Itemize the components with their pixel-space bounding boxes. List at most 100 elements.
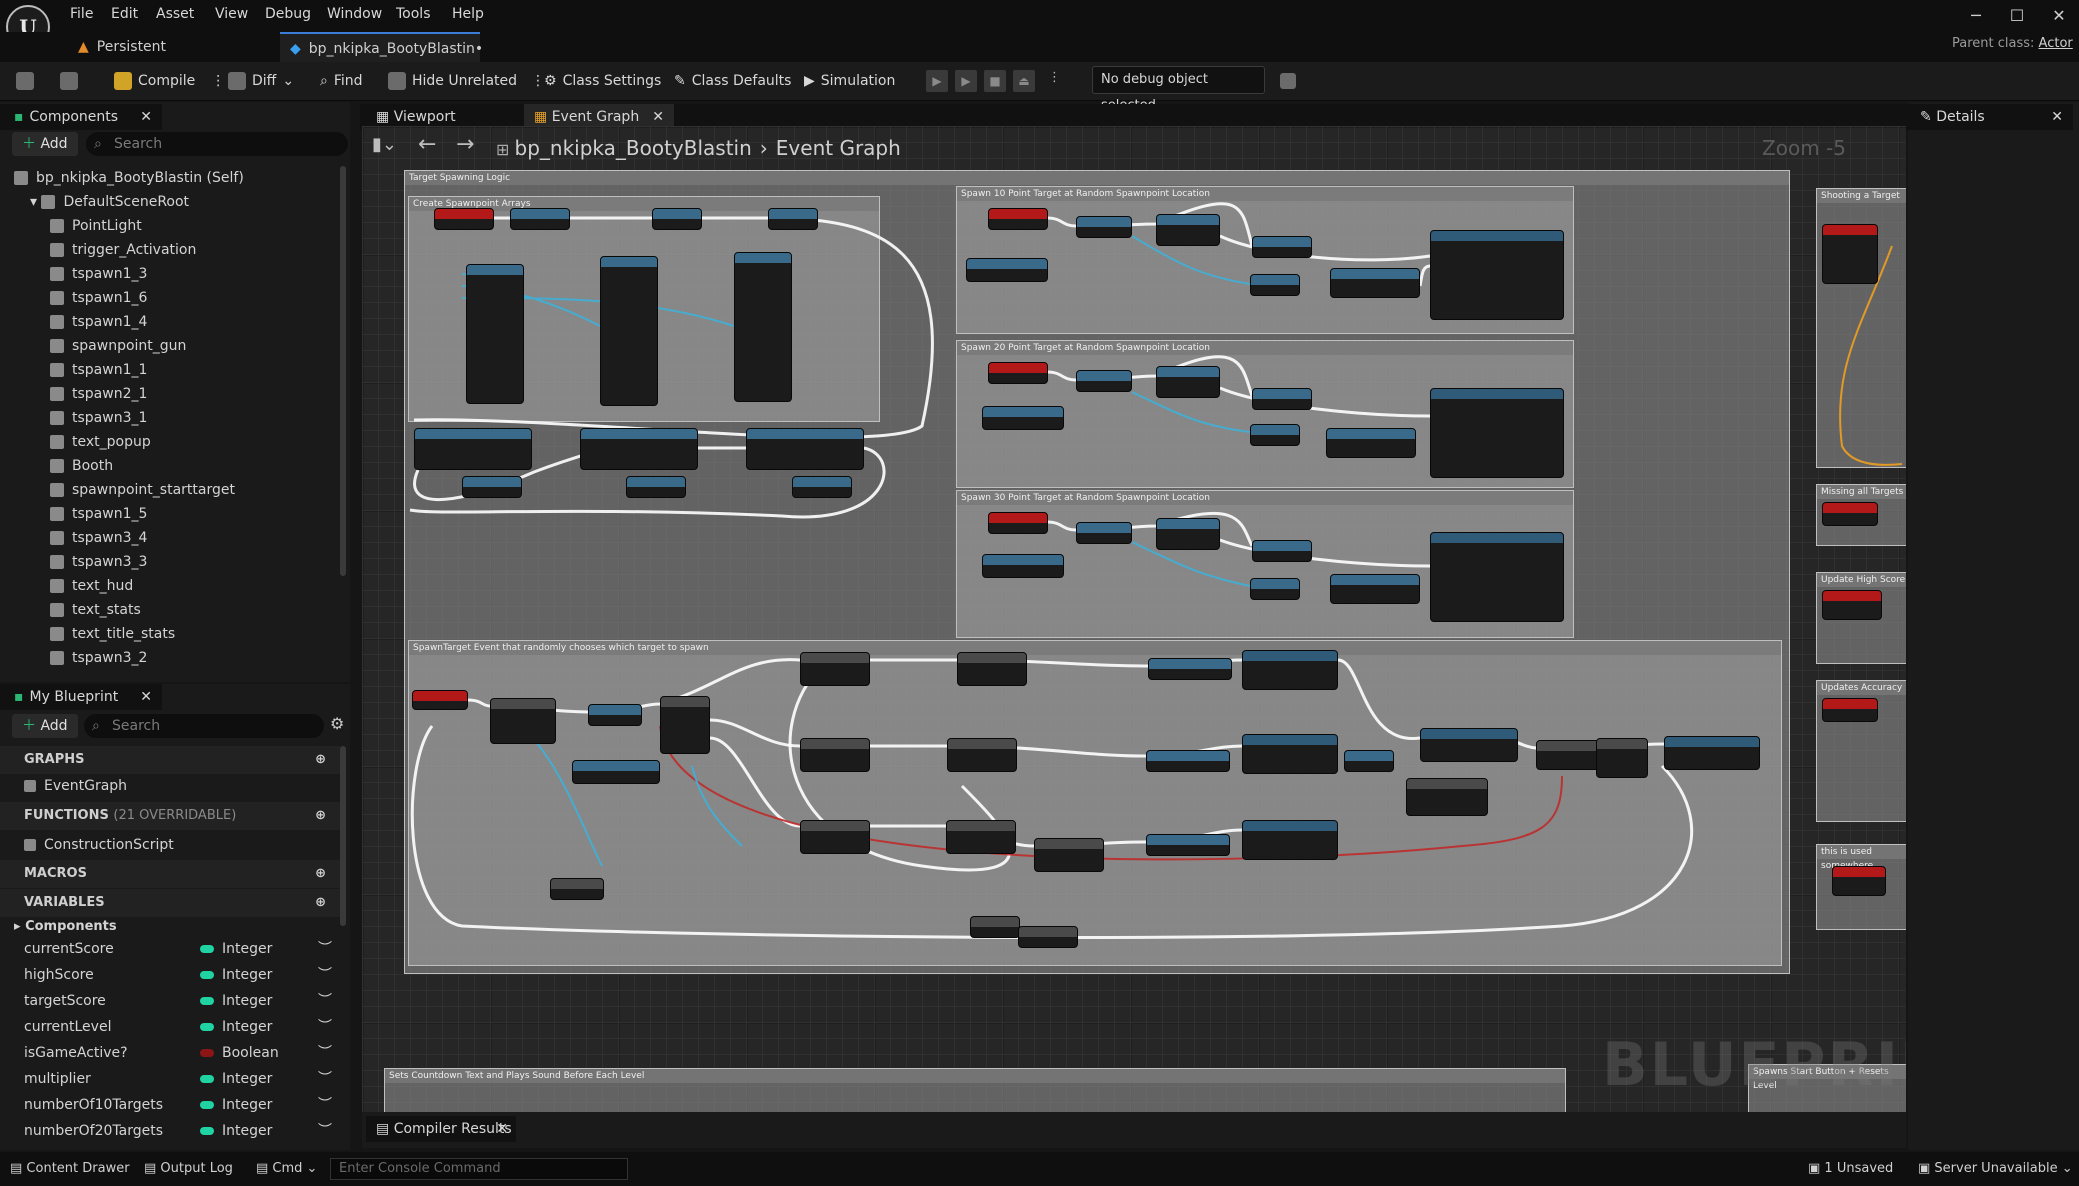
visibility-eye-icon[interactable]: ︶ bbox=[318, 1014, 332, 1040]
tab-blueprint[interactable]: ◆bp_nkipka_BootyBlastin• ✕ bbox=[280, 32, 483, 87]
visibility-eye-icon[interactable]: ︶ bbox=[318, 962, 332, 988]
graph-node[interactable] bbox=[1156, 366, 1220, 398]
graph-node[interactable] bbox=[1330, 574, 1420, 604]
graph-node[interactable] bbox=[792, 476, 852, 498]
graph-node[interactable] bbox=[988, 362, 1048, 384]
graph-node[interactable] bbox=[1344, 750, 1394, 772]
tab-persistent[interactable]: ▲ Persistent bbox=[68, 32, 268, 62]
diff-button[interactable]: Diff ⌄ bbox=[228, 68, 294, 94]
debug-filter-icon[interactable] bbox=[1280, 68, 1296, 94]
variable-row[interactable]: numberOf10Targets Integer ︶ bbox=[0, 1092, 340, 1118]
graph-node[interactable] bbox=[966, 258, 1048, 282]
component-item[interactable]: tspawn3_2 bbox=[0, 646, 340, 670]
menu-asset[interactable]: Asset bbox=[156, 6, 194, 22]
graph-node[interactable] bbox=[1250, 578, 1300, 600]
console-input[interactable]: Enter Console Command bbox=[330, 1158, 628, 1180]
graph-node[interactable] bbox=[572, 760, 660, 784]
eject-icon[interactable]: ⏏ bbox=[1013, 70, 1035, 92]
graph-node[interactable] bbox=[800, 738, 870, 772]
graph-node[interactable] bbox=[652, 208, 702, 230]
variable-row[interactable]: isGameActive? Boolean ︶ bbox=[0, 1040, 340, 1066]
component-item[interactable]: text_popup bbox=[0, 430, 340, 454]
class-settings-button[interactable]: ⚙ Class Settings bbox=[544, 68, 661, 94]
graph-node[interactable] bbox=[1664, 736, 1760, 770]
component-item[interactable]: spawnpoint_starttarget bbox=[0, 478, 340, 502]
menu-tools[interactable]: Tools bbox=[396, 6, 431, 22]
find-button[interactable]: ⌕ Find bbox=[320, 68, 363, 94]
graph-node[interactable] bbox=[1406, 778, 1488, 816]
graph-node[interactable] bbox=[1076, 216, 1132, 238]
parent-class-link[interactable]: Actor bbox=[2039, 36, 2073, 51]
graph-node[interactable] bbox=[1146, 750, 1230, 772]
graph-node[interactable] bbox=[1536, 740, 1600, 770]
component-item[interactable]: trigger_Activation bbox=[0, 238, 340, 262]
graph-node[interactable] bbox=[490, 698, 556, 744]
component-item[interactable]: text_title_stats bbox=[0, 622, 340, 646]
graph-node[interactable] bbox=[660, 696, 710, 754]
graph-node[interactable] bbox=[1430, 532, 1564, 622]
component-item[interactable]: tspawn3_1 bbox=[0, 406, 340, 430]
graph-node[interactable] bbox=[1146, 834, 1230, 856]
functions-section[interactable]: FUNCTIONS (21 OVERRIDABLE) ⊕ bbox=[0, 802, 340, 830]
graph-node[interactable] bbox=[626, 476, 686, 498]
component-item[interactable]: PointLight bbox=[0, 214, 340, 238]
graph-node[interactable] bbox=[1822, 224, 1878, 284]
simulation-button[interactable]: ▶ Simulation bbox=[804, 68, 895, 94]
graph-node[interactable] bbox=[800, 652, 870, 686]
components-panel-tab[interactable]: ▪ Components ✕ bbox=[0, 104, 162, 130]
visibility-eye-icon[interactable]: ︶ bbox=[318, 1092, 332, 1118]
graph-node[interactable] bbox=[947, 738, 1017, 772]
visibility-eye-icon[interactable]: ︶ bbox=[318, 1066, 332, 1092]
variable-row[interactable]: highScore Integer ︶ bbox=[0, 962, 340, 988]
graph-node[interactable] bbox=[1252, 236, 1312, 258]
graph-node[interactable] bbox=[1252, 388, 1312, 410]
debug-object-select[interactable]: No debug object selected⌄ bbox=[1092, 66, 1265, 113]
graph-node[interactable] bbox=[1148, 658, 1232, 680]
variable-row[interactable]: targetScore Integer ︶ bbox=[0, 988, 340, 1014]
graph-node[interactable] bbox=[414, 428, 532, 470]
my-blueprint-scrollbar[interactable] bbox=[340, 746, 346, 926]
class-defaults-button[interactable]: ✎ Class Defaults bbox=[674, 68, 791, 94]
graph-node[interactable] bbox=[957, 652, 1027, 686]
variables-section[interactable]: VARIABLES ⊕ bbox=[0, 889, 340, 917]
graph-node[interactable] bbox=[768, 208, 818, 230]
graph-node[interactable] bbox=[510, 208, 570, 230]
graph-node[interactable] bbox=[988, 512, 1048, 534]
my-blueprint-tab[interactable]: ▪ My Blueprint ✕ bbox=[0, 684, 162, 710]
component-item[interactable]: tspawn3_4 bbox=[0, 526, 340, 550]
graph-node[interactable] bbox=[1018, 926, 1078, 948]
graphs-section[interactable]: GRAPHS ⊕ bbox=[0, 746, 340, 774]
variable-row[interactable]: numberOf20Targets Integer ︶ bbox=[0, 1118, 340, 1144]
menu-view[interactable]: View bbox=[215, 6, 248, 22]
graph-node[interactable] bbox=[982, 406, 1064, 430]
graph-node[interactable] bbox=[734, 252, 792, 402]
menu-help[interactable]: Help bbox=[452, 6, 484, 22]
component-item[interactable]: bp_nkipka_BootyBlastin (Self) bbox=[0, 166, 340, 190]
graph-node[interactable] bbox=[1242, 650, 1338, 690]
graph-node[interactable] bbox=[1034, 838, 1104, 872]
graph-node[interactable] bbox=[1420, 728, 1518, 762]
graph-node[interactable] bbox=[1822, 590, 1882, 620]
event-graph-canvas[interactable]: ▮⌄ ← → ⊞ bp_nkipka_BootyBlastin › Event Gr… bbox=[362, 126, 1906, 1112]
step-icon[interactable]: ▶ bbox=[955, 70, 977, 92]
menu-edit[interactable]: Edit bbox=[111, 6, 138, 22]
graph-node[interactable] bbox=[1156, 214, 1220, 246]
component-item[interactable]: tspawn3_3 bbox=[0, 550, 340, 574]
browse-icon[interactable] bbox=[60, 68, 78, 94]
graph-node[interactable] bbox=[988, 208, 1048, 230]
play-options-icon[interactable]: ⋮ bbox=[1048, 70, 1061, 85]
visibility-eye-icon[interactable]: ︶ bbox=[318, 988, 332, 1014]
graph-node[interactable] bbox=[1242, 820, 1338, 860]
component-item[interactable]: ▾ DefaultSceneRoot bbox=[0, 190, 340, 214]
my-blueprint-search-input[interactable]: Search ⌕ bbox=[84, 714, 324, 738]
output-log-button[interactable]: ▤ Output Log bbox=[144, 1156, 233, 1182]
content-drawer-button[interactable]: ▤ Content Drawer bbox=[10, 1156, 130, 1182]
menu-window[interactable]: Window bbox=[327, 6, 382, 22]
components-search-input[interactable]: Search ⌕ bbox=[86, 132, 348, 156]
graph-node[interactable] bbox=[1076, 370, 1132, 392]
save-icon[interactable] bbox=[16, 68, 34, 94]
graph-node[interactable] bbox=[1430, 230, 1564, 320]
component-item[interactable]: tspawn1_6 bbox=[0, 286, 340, 310]
close-icon[interactable]: ✕ bbox=[2049, 6, 2069, 25]
variable-row[interactable]: currentScore Integer ︶ bbox=[0, 936, 340, 962]
